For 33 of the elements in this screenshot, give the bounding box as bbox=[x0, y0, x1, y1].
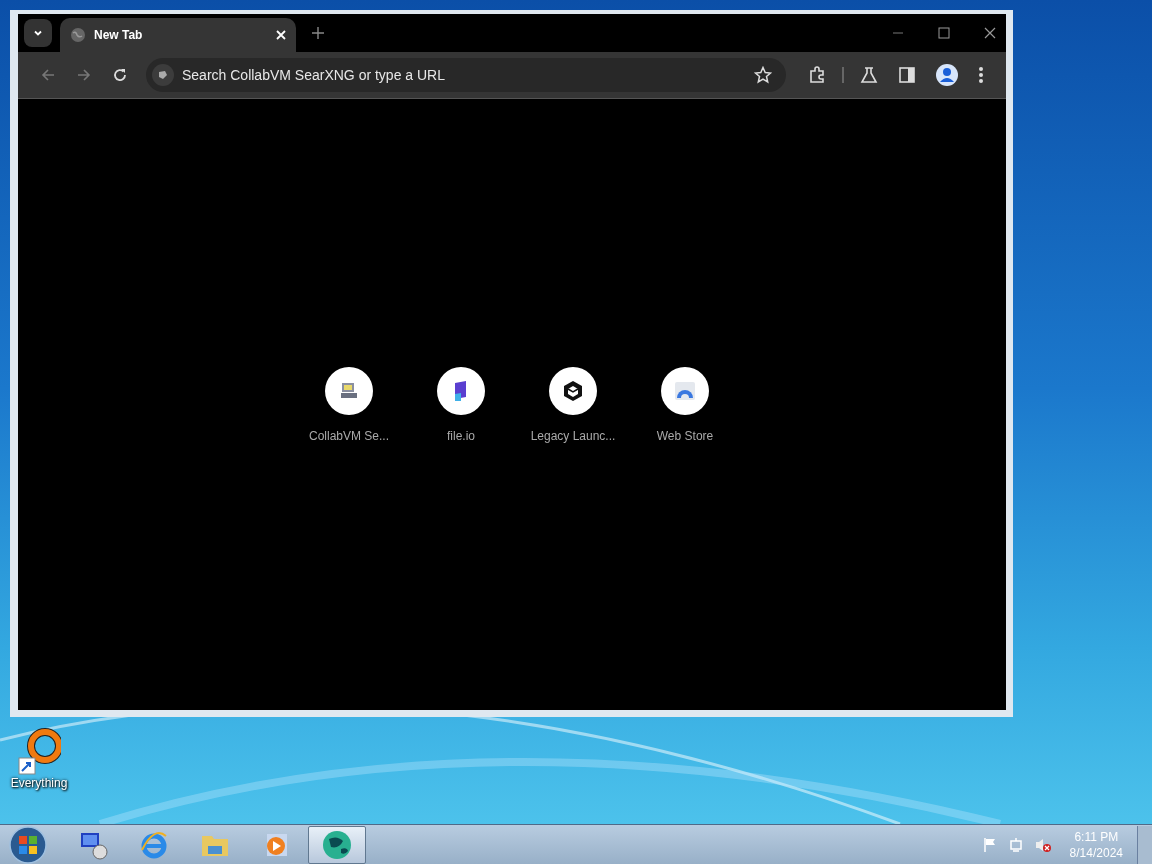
forward-icon[interactable] bbox=[76, 67, 92, 83]
shortcut-label[interactable]: Legacy Launc... bbox=[530, 428, 616, 443]
cube-icon bbox=[561, 378, 585, 403]
maximize-icon[interactable] bbox=[938, 27, 950, 39]
close-icon[interactable] bbox=[984, 27, 996, 39]
globe-icon bbox=[321, 828, 353, 861]
shortcut-tile[interactable] bbox=[437, 366, 485, 415]
shortcut-label[interactable]: file.io bbox=[447, 428, 475, 443]
shortcut-tile[interactable] bbox=[325, 366, 373, 415]
globe-icon bbox=[70, 27, 86, 43]
side-panel-icon[interactable] bbox=[898, 66, 916, 84]
address-bar[interactable]: Search CollabVM SearXNG or type a URL bbox=[146, 58, 786, 92]
new-tab-icon[interactable] bbox=[312, 27, 324, 39]
browser-tab[interactable]: New Tab bbox=[60, 18, 296, 52]
shortcut-label[interactable]: Web Store bbox=[656, 428, 714, 443]
start-button[interactable] bbox=[8, 824, 48, 864]
computer-icon bbox=[339, 380, 359, 401]
taskbar-button[interactable] bbox=[308, 825, 366, 864]
back-icon[interactable] bbox=[40, 67, 56, 83]
tab-search-button[interactable] bbox=[24, 19, 52, 47]
reload-icon[interactable] bbox=[112, 67, 128, 83]
shortcut-tile[interactable] bbox=[661, 366, 709, 415]
shortcut-tile[interactable] bbox=[549, 366, 597, 415]
site-info-icon[interactable] bbox=[152, 64, 174, 86]
profile-icon[interactable] bbox=[936, 64, 958, 86]
flask-icon[interactable] bbox=[860, 66, 878, 84]
search-ring-icon[interactable] bbox=[17, 728, 61, 776]
menu-icon[interactable] bbox=[978, 66, 984, 84]
muted-speaker-icon[interactable] bbox=[1033, 836, 1052, 853]
shortcut-label[interactable]: CollabVM Se... bbox=[308, 428, 389, 443]
puzzle-icon[interactable] bbox=[808, 66, 826, 84]
browser-e-icon bbox=[139, 829, 169, 860]
star-icon[interactable] bbox=[754, 66, 772, 84]
